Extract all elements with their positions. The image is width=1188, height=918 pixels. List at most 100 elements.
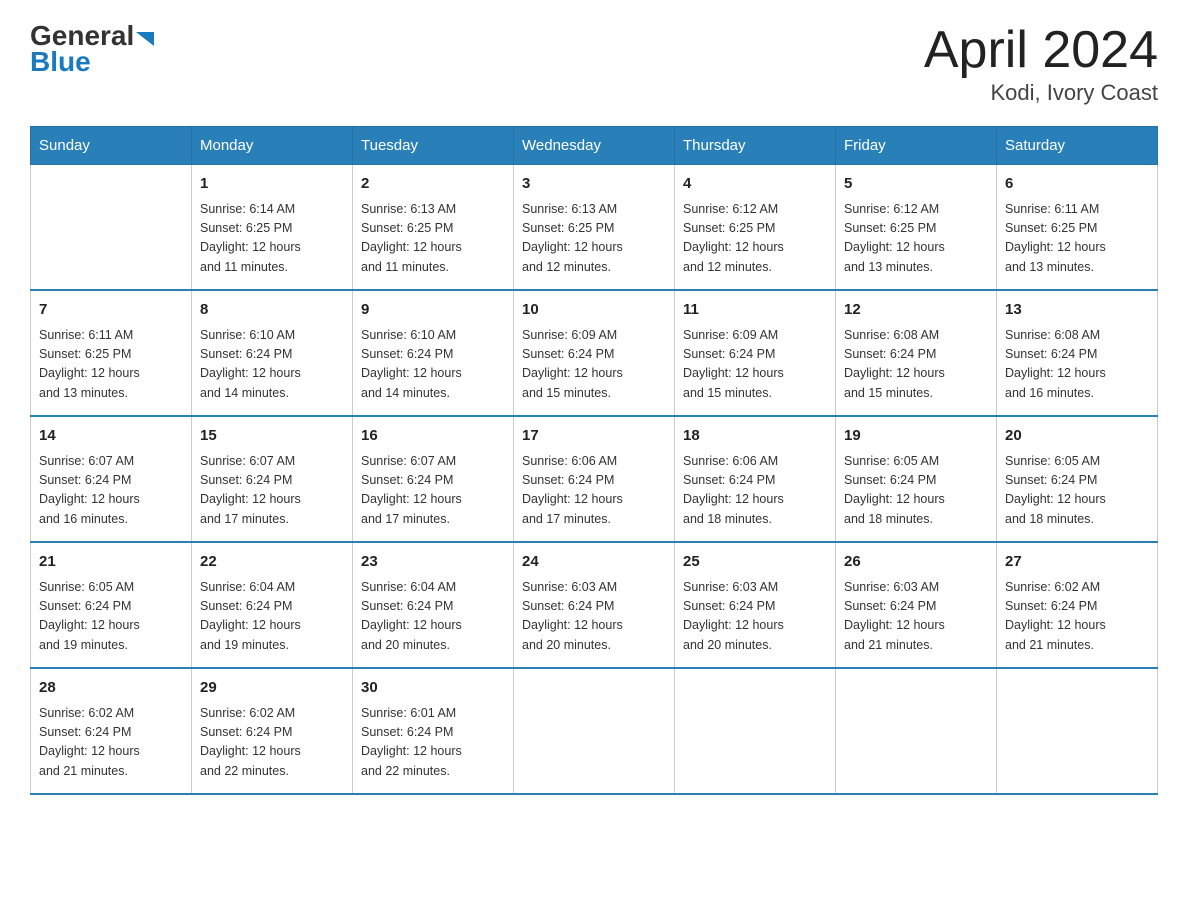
day-info: Sunrise: 6:08 AM Sunset: 6:24 PM Dayligh… (844, 326, 988, 404)
day-of-week-header: Wednesday (514, 127, 675, 165)
calendar-cell: 9 Sunrise: 6:10 AM Sunset: 6:24 PM Daylig… (353, 290, 514, 416)
calendar-cell: 29 Sunrise: 6:02 AM Sunset: 6:24 PM Dayli… (192, 668, 353, 794)
day-info: Sunrise: 6:03 AM Sunset: 6:24 PM Dayligh… (844, 578, 988, 656)
calendar-cell: 19 Sunrise: 6:05 AM Sunset: 6:24 PM Dayli… (836, 416, 997, 542)
calendar-cell (514, 668, 675, 794)
day-number: 2 (361, 173, 505, 196)
calendar-cell: 17 Sunrise: 6:06 AM Sunset: 6:24 PM Dayli… (514, 416, 675, 542)
calendar-cell: 21 Sunrise: 6:05 AM Sunset: 6:24 PM Dayli… (31, 542, 192, 668)
calendar-cell: 3 Sunrise: 6:13 AM Sunset: 6:25 PM Daylig… (514, 165, 675, 291)
day-number: 6 (1005, 173, 1149, 196)
calendar-cell: 10 Sunrise: 6:09 AM Sunset: 6:24 PM Dayli… (514, 290, 675, 416)
day-number: 1 (200, 173, 344, 196)
day-info: Sunrise: 6:03 AM Sunset: 6:24 PM Dayligh… (683, 578, 827, 656)
day-info: Sunrise: 6:12 AM Sunset: 6:25 PM Dayligh… (683, 200, 827, 278)
calendar-cell: 7 Sunrise: 6:11 AM Sunset: 6:25 PM Daylig… (31, 290, 192, 416)
day-info: Sunrise: 6:03 AM Sunset: 6:24 PM Dayligh… (522, 578, 666, 656)
calendar-cell: 30 Sunrise: 6:01 AM Sunset: 6:24 PM Dayli… (353, 668, 514, 794)
day-info: Sunrise: 6:09 AM Sunset: 6:24 PM Dayligh… (683, 326, 827, 404)
calendar-cell: 4 Sunrise: 6:12 AM Sunset: 6:25 PM Daylig… (675, 165, 836, 291)
day-of-week-header: Tuesday (353, 127, 514, 165)
day-number: 16 (361, 425, 505, 448)
calendar-cell: 12 Sunrise: 6:08 AM Sunset: 6:24 PM Dayli… (836, 290, 997, 416)
page-subtitle: Kodi, Ivory Coast (924, 80, 1158, 106)
calendar-cell: 15 Sunrise: 6:07 AM Sunset: 6:24 PM Dayli… (192, 416, 353, 542)
calendar-cell: 24Sunrise: 6:03 AM Sunset: 6:24 PM Dayli… (514, 542, 675, 668)
day-info: Sunrise: 6:08 AM Sunset: 6:24 PM Dayligh… (1005, 326, 1149, 404)
calendar-cell: 2 Sunrise: 6:13 AM Sunset: 6:25 PM Daylig… (353, 165, 514, 291)
page-title: April 2024 (924, 20, 1158, 80)
calendar-cell: 13 Sunrise: 6:08 AM Sunset: 6:24 PM Dayli… (997, 290, 1158, 416)
calendar-cell: 28 Sunrise: 6:02 AM Sunset: 6:24 PM Dayli… (31, 668, 192, 794)
day-info: Sunrise: 6:05 AM Sunset: 6:24 PM Dayligh… (844, 452, 988, 530)
day-info: Sunrise: 6:10 AM Sunset: 6:24 PM Dayligh… (361, 326, 505, 404)
day-info: Sunrise: 6:01 AM Sunset: 6:24 PM Dayligh… (361, 704, 505, 782)
page-header: General Blue April 2024 Kodi, Ivory Coas… (30, 20, 1158, 106)
day-info: Sunrise: 6:06 AM Sunset: 6:24 PM Dayligh… (683, 452, 827, 530)
day-number: 4 (683, 173, 827, 196)
day-number: 17 (522, 425, 666, 448)
day-number: 11 (683, 299, 827, 322)
day-of-week-header: Saturday (997, 127, 1158, 165)
day-of-week-header: Friday (836, 127, 997, 165)
calendar-cell: 26Sunrise: 6:03 AM Sunset: 6:24 PM Dayli… (836, 542, 997, 668)
day-info: Sunrise: 6:06 AM Sunset: 6:24 PM Dayligh… (522, 452, 666, 530)
calendar-table: SundayMondayTuesdayWednesdayThursdayFrid… (30, 126, 1158, 795)
day-number: 21 (39, 551, 183, 574)
day-info: Sunrise: 6:09 AM Sunset: 6:24 PM Dayligh… (522, 326, 666, 404)
calendar-cell (997, 668, 1158, 794)
day-number: 9 (361, 299, 505, 322)
day-number: 20 (1005, 425, 1149, 448)
calendar-cell (675, 668, 836, 794)
calendar-cell (836, 668, 997, 794)
day-info: Sunrise: 6:04 AM Sunset: 6:24 PM Dayligh… (200, 578, 344, 656)
calendar-cell: 6 Sunrise: 6:11 AM Sunset: 6:25 PM Daylig… (997, 165, 1158, 291)
day-number: 5 (844, 173, 988, 196)
day-number: 30 (361, 677, 505, 700)
day-number: 12 (844, 299, 988, 322)
day-of-week-header: Sunday (31, 127, 192, 165)
day-info: Sunrise: 6:02 AM Sunset: 6:24 PM Dayligh… (200, 704, 344, 782)
day-info: Sunrise: 6:11 AM Sunset: 6:25 PM Dayligh… (39, 326, 183, 404)
day-info: Sunrise: 6:02 AM Sunset: 6:24 PM Dayligh… (39, 704, 183, 782)
day-number: 18 (683, 425, 827, 448)
day-info: Sunrise: 6:14 AM Sunset: 6:25 PM Dayligh… (200, 200, 344, 278)
day-info: Sunrise: 6:02 AM Sunset: 6:24 PM Dayligh… (1005, 578, 1149, 656)
day-number: 13 (1005, 299, 1149, 322)
title-block: April 2024 Kodi, Ivory Coast (924, 20, 1158, 106)
day-number: 7 (39, 299, 183, 322)
calendar-cell (31, 165, 192, 291)
day-number: 14 (39, 425, 183, 448)
day-number: 10 (522, 299, 666, 322)
day-info: Sunrise: 6:07 AM Sunset: 6:24 PM Dayligh… (39, 452, 183, 530)
day-number: 19 (844, 425, 988, 448)
calendar-cell: 25Sunrise: 6:03 AM Sunset: 6:24 PM Dayli… (675, 542, 836, 668)
calendar-cell: 5 Sunrise: 6:12 AM Sunset: 6:25 PM Daylig… (836, 165, 997, 291)
day-number: 29 (200, 677, 344, 700)
calendar-cell: 27Sunrise: 6:02 AM Sunset: 6:24 PM Dayli… (997, 542, 1158, 668)
day-number: 23 (361, 551, 505, 574)
day-number: 3 (522, 173, 666, 196)
calendar-cell: 1 Sunrise: 6:14 AM Sunset: 6:25 PM Daylig… (192, 165, 353, 291)
day-of-week-header: Thursday (675, 127, 836, 165)
calendar-cell: 8Sunrise: 6:10 AM Sunset: 6:24 PM Daylig… (192, 290, 353, 416)
calendar-cell: 16 Sunrise: 6:07 AM Sunset: 6:24 PM Dayli… (353, 416, 514, 542)
calendar-cell: 22 Sunrise: 6:04 AM Sunset: 6:24 PM Dayli… (192, 542, 353, 668)
day-info: Sunrise: 6:13 AM Sunset: 6:25 PM Dayligh… (522, 200, 666, 278)
day-number: 22 (200, 551, 344, 574)
calendar-cell: 14 Sunrise: 6:07 AM Sunset: 6:24 PM Dayli… (31, 416, 192, 542)
day-info: Sunrise: 6:07 AM Sunset: 6:24 PM Dayligh… (361, 452, 505, 530)
calendar-cell: 11 Sunrise: 6:09 AM Sunset: 6:24 PM Dayli… (675, 290, 836, 416)
day-info: Sunrise: 6:10 AM Sunset: 6:24 PM Dayligh… (200, 326, 344, 404)
day-info: Sunrise: 6:05 AM Sunset: 6:24 PM Dayligh… (39, 578, 183, 656)
day-number: 15 (200, 425, 344, 448)
day-info: Sunrise: 6:11 AM Sunset: 6:25 PM Dayligh… (1005, 200, 1149, 278)
calendar-cell: 23Sunrise: 6:04 AM Sunset: 6:24 PM Dayli… (353, 542, 514, 668)
logo-blue-text: Blue (30, 46, 158, 78)
day-info: Sunrise: 6:05 AM Sunset: 6:24 PM Dayligh… (1005, 452, 1149, 530)
day-info: Sunrise: 6:12 AM Sunset: 6:25 PM Dayligh… (844, 200, 988, 278)
day-info: Sunrise: 6:07 AM Sunset: 6:24 PM Dayligh… (200, 452, 344, 530)
day-info: Sunrise: 6:13 AM Sunset: 6:25 PM Dayligh… (361, 200, 505, 278)
day-of-week-header: Monday (192, 127, 353, 165)
day-number: 28 (39, 677, 183, 700)
